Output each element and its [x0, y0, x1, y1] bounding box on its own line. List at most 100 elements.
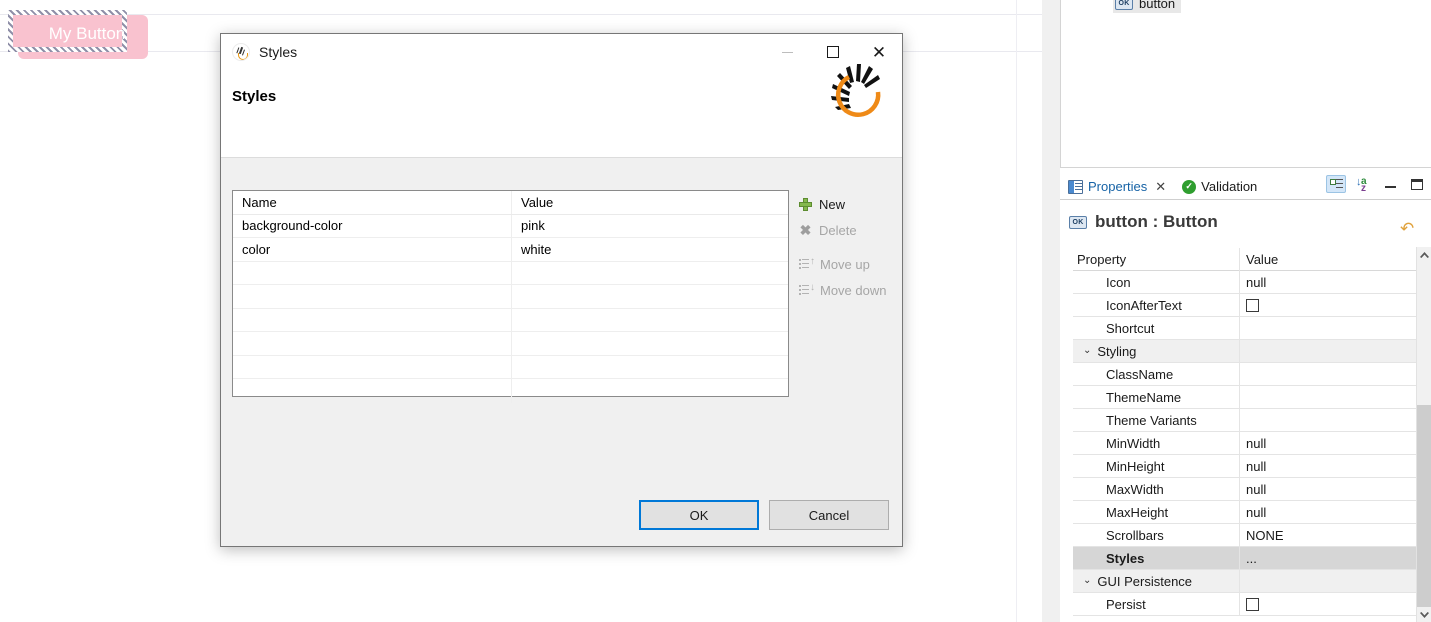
- styles-dialog[interactable]: Styles ✕ Styles Name Value background-co…: [220, 33, 903, 547]
- move-up-button[interactable]: ↑ Move up: [799, 251, 899, 277]
- style-value-cell[interactable]: pink: [512, 215, 788, 238]
- property-row-iconaftertext[interactable]: IconAfterText: [1073, 293, 1418, 317]
- style-name-cell[interactable]: [233, 355, 512, 378]
- selection-handle-overlay[interactable]: [8, 10, 127, 52]
- tree-item-button[interactable]: OK button: [1113, 0, 1182, 13]
- property-name: Styles: [1073, 546, 1240, 570]
- property-grid[interactable]: Property Value Icon null IconAfterText S…: [1073, 247, 1418, 622]
- property-value[interactable]: [1240, 294, 1418, 317]
- property-name: MinWidth: [1073, 431, 1240, 455]
- property-grid-vertical-scrollbar[interactable]: [1416, 247, 1431, 622]
- table-row[interactable]: [233, 332, 788, 356]
- property-value[interactable]: [1240, 593, 1418, 616]
- style-value-cell[interactable]: [512, 332, 788, 355]
- maximize-panel-button[interactable]: [1407, 175, 1427, 193]
- style-name-cell[interactable]: [233, 308, 512, 331]
- sort-alphabetically-button[interactable]: ↓ a z: [1353, 175, 1373, 194]
- property-value[interactable]: null: [1240, 271, 1418, 294]
- dialog-titlebar[interactable]: Styles ✕: [221, 34, 902, 70]
- property-grid-scrollbar-thumb[interactable]: [1417, 405, 1431, 607]
- style-value-cell[interactable]: white: [512, 238, 788, 261]
- styles-table[interactable]: Name Value background-color pink color w…: [232, 190, 789, 403]
- property-value[interactable]: null: [1240, 501, 1418, 524]
- minimize-panel-button[interactable]: [1380, 175, 1400, 193]
- table-row[interactable]: color white: [233, 238, 788, 262]
- property-group-styling[interactable]: ⌄ Styling: [1073, 339, 1418, 363]
- style-name-cell[interactable]: [233, 379, 512, 403]
- style-name-cell[interactable]: color: [233, 238, 512, 261]
- property-row-persist[interactable]: Persist: [1073, 592, 1418, 616]
- checkbox-unchecked-icon[interactable]: [1246, 298, 1259, 312]
- property-group-label: GUI Persistence: [1097, 573, 1193, 589]
- property-value[interactable]: [1240, 363, 1418, 386]
- property-value[interactable]: NONE: [1240, 524, 1418, 547]
- property-row-theme-variants[interactable]: Theme Variants: [1073, 408, 1418, 432]
- new-style-button[interactable]: New: [799, 191, 899, 217]
- style-value-cell[interactable]: [512, 285, 788, 308]
- property-value[interactable]: [1240, 317, 1418, 340]
- property-name: MaxWidth: [1073, 477, 1240, 501]
- style-value-cell[interactable]: [512, 379, 788, 403]
- style-name-cell[interactable]: [233, 332, 512, 355]
- tab-validation-label: Validation: [1201, 179, 1258, 194]
- chevron-down-icon[interactable]: ⌄: [1083, 345, 1091, 356]
- ok-icon: OK: [1069, 215, 1087, 229]
- application-window: My Button My Button OK button Prope: [0, 0, 1431, 622]
- scroll-up-arrow-icon[interactable]: [1417, 247, 1431, 262]
- ok-button[interactable]: OK: [639, 500, 759, 530]
- property-row-themename[interactable]: ThemeName: [1073, 385, 1418, 409]
- table-row[interactable]: [233, 261, 788, 285]
- property-value[interactable]: null: [1240, 432, 1418, 455]
- property-group-gui-persistence[interactable]: ⌄ GUI Persistence: [1073, 569, 1418, 593]
- component-tree-area[interactable]: OK button: [1060, 0, 1431, 168]
- cancel-button[interactable]: Cancel: [769, 500, 889, 530]
- checkbox-unchecked-icon[interactable]: [1246, 597, 1259, 611]
- tab-properties[interactable]: Properties ✕: [1060, 174, 1174, 200]
- chevron-down-icon[interactable]: ⌄: [1083, 575, 1091, 586]
- scroll-down-arrow-icon[interactable]: [1417, 607, 1431, 622]
- style-value-cell[interactable]: [512, 309, 788, 332]
- property-row-minheight[interactable]: MinHeight null: [1073, 454, 1418, 478]
- table-row[interactable]: [233, 355, 788, 379]
- style-name-cell[interactable]: [233, 261, 512, 284]
- property-value[interactable]: ...: [1240, 547, 1418, 570]
- property-name: Persist: [1073, 592, 1240, 616]
- minimize-window-button[interactable]: [764, 34, 810, 70]
- property-row-icon[interactable]: Icon null: [1073, 270, 1418, 294]
- x-icon: ✖: [799, 221, 812, 238]
- property-value[interactable]: null: [1240, 478, 1418, 501]
- style-name-cell[interactable]: background-color: [233, 214, 512, 237]
- property-row-styles[interactable]: Styles ...: [1073, 546, 1418, 570]
- dialog-header-title: Styles: [232, 88, 277, 105]
- property-value[interactable]: [1240, 386, 1418, 409]
- property-value[interactable]: null: [1240, 455, 1418, 478]
- property-name: IconAfterText: [1073, 293, 1240, 317]
- property-row-shortcut[interactable]: Shortcut: [1073, 316, 1418, 340]
- validation-check-icon: ✓: [1182, 179, 1197, 194]
- table-row[interactable]: [233, 285, 788, 309]
- move-down-button[interactable]: ↓ Move down: [799, 277, 899, 303]
- property-row-maxheight[interactable]: MaxHeight null: [1073, 500, 1418, 524]
- restore-default-icon[interactable]: ↶: [1400, 220, 1418, 237]
- table-row[interactable]: background-color pink: [233, 214, 788, 238]
- style-name-cell[interactable]: [233, 285, 512, 308]
- table-row[interactable]: [233, 379, 788, 403]
- maximize-icon: [827, 46, 839, 58]
- show-categories-toggle[interactable]: [1326, 175, 1346, 193]
- property-row-scrollbars[interactable]: Scrollbars NONE: [1073, 523, 1418, 547]
- panel-toolbar[interactable]: ↓ a z: [1326, 175, 1427, 194]
- property-row-minwidth[interactable]: MinWidth null: [1073, 431, 1418, 455]
- styles-table-header: Name Value: [233, 191, 788, 215]
- style-value-cell[interactable]: [512, 262, 788, 285]
- panel-divider[interactable]: [1042, 0, 1060, 622]
- tab-validation[interactable]: ✓ Validation: [1174, 174, 1265, 200]
- table-row[interactable]: [233, 308, 788, 332]
- styles-action-list[interactable]: New ✖ Delete ↑ Move up ↓ Move down: [799, 191, 899, 303]
- property-row-maxwidth[interactable]: MaxWidth null: [1073, 477, 1418, 501]
- property-row-classname[interactable]: ClassName: [1073, 362, 1418, 386]
- close-icon[interactable]: ✕: [1155, 180, 1166, 193]
- style-value-cell[interactable]: [512, 356, 788, 379]
- delete-style-label: Delete: [819, 222, 857, 238]
- property-value[interactable]: [1240, 409, 1418, 432]
- delete-style-button[interactable]: ✖ Delete: [799, 217, 899, 243]
